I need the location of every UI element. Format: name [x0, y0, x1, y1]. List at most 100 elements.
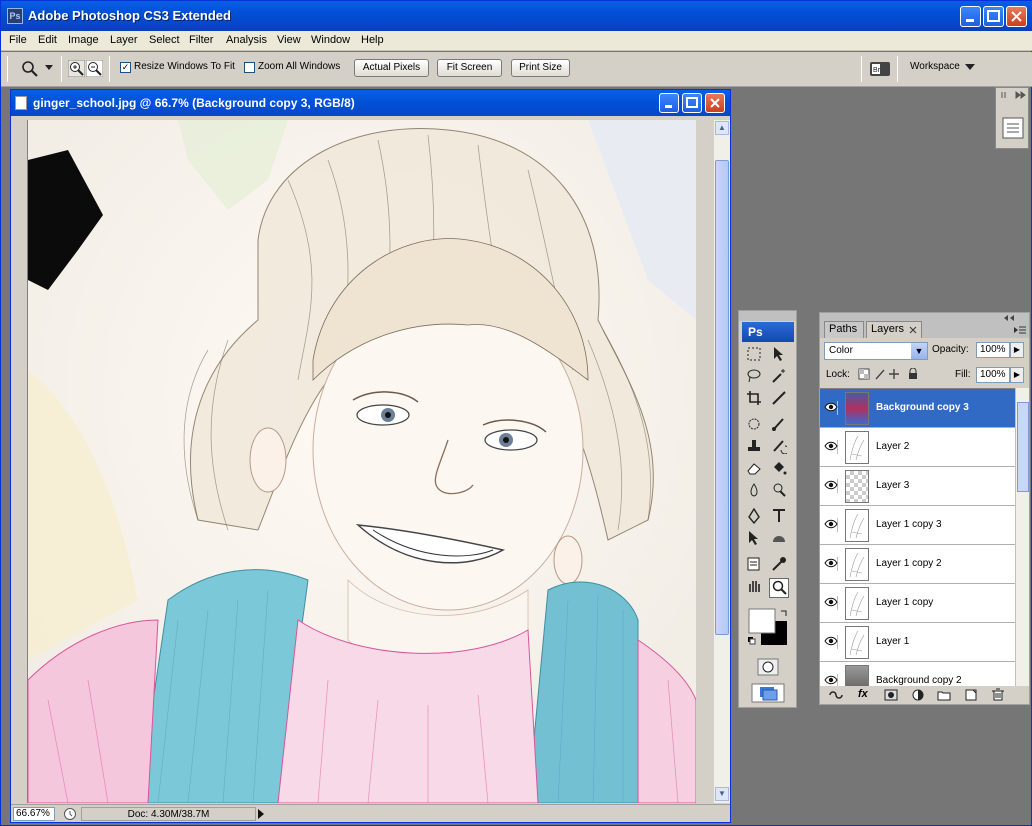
eyedropper-tool-icon[interactable]	[769, 556, 789, 576]
hand-tool-icon[interactable]	[744, 578, 764, 598]
menu-image[interactable]: Image	[68, 34, 99, 46]
custom-shape-tool-icon[interactable]	[769, 530, 789, 550]
fill-slider-arrow-icon[interactable]: ▶	[1010, 367, 1024, 383]
layer-row[interactable]: Layer 3	[820, 467, 1015, 506]
layer-row[interactable]: Layer 1	[820, 623, 1015, 662]
link-layers-icon[interactable]	[828, 689, 844, 701]
pen-tool-icon[interactable]	[744, 507, 764, 528]
layers-scroll-thumb[interactable]	[1017, 402, 1029, 492]
layer-row[interactable]: Layer 1 copy 3	[820, 506, 1015, 545]
layers-scrollbar[interactable]	[1015, 388, 1029, 686]
move-tool-icon[interactable]	[769, 346, 789, 366]
dodge-tool-icon[interactable]	[769, 482, 789, 502]
layer-thumbnail[interactable]	[845, 548, 869, 581]
scroll-up-arrow-icon[interactable]: ▲	[715, 121, 729, 135]
app-titlebar[interactable]: Ps Adobe Photoshop CS3 Extended	[1, 1, 1032, 31]
layer-row[interactable]: Layer 1 copy 2	[820, 545, 1015, 584]
zoom-out-icon[interactable]	[86, 60, 103, 77]
bridge-icon[interactable]: Br	[869, 59, 891, 79]
layer-thumbnail[interactable]	[845, 665, 869, 686]
layer-visibility-eye-icon[interactable]	[824, 635, 838, 649]
workspace-chevron-down-icon[interactable]	[965, 64, 975, 71]
menu-filter[interactable]: Filter	[189, 34, 213, 46]
opacity-field[interactable]: 100%	[976, 342, 1010, 358]
status-menu-arrow-icon[interactable]	[256, 808, 266, 820]
layer-visibility-eye-icon[interactable]	[824, 479, 838, 493]
magic-wand-tool-icon[interactable]	[769, 368, 789, 388]
blend-mode-select[interactable]: Color ▼	[824, 342, 928, 360]
resize-windows-checkbox[interactable]: ✓	[120, 62, 131, 73]
color-swatches[interactable]	[747, 607, 791, 649]
layer-thumbnail[interactable]	[845, 470, 869, 503]
tool-preset-chevron-down-icon[interactable]	[45, 65, 53, 71]
layer-thumbnail[interactable]	[845, 431, 869, 464]
blend-mode-chevron-down-icon[interactable]: ▼	[911, 343, 927, 359]
navigator-panel-icon[interactable]	[1001, 116, 1025, 140]
actual-pixels-button[interactable]: Actual Pixels	[354, 59, 429, 77]
zoom-tool-icon[interactable]	[21, 60, 39, 78]
layer-mask-icon[interactable]	[884, 689, 898, 701]
layer-row[interactable]: Layer 1 copy	[820, 584, 1015, 623]
document-vertical-scrollbar[interactable]: ▲ ▼	[714, 120, 730, 803]
menu-help[interactable]: Help	[361, 34, 384, 46]
adjustment-layer-icon[interactable]	[911, 689, 925, 701]
layer-thumbnail[interactable]	[845, 509, 869, 542]
layer-visibility-eye-icon[interactable]	[824, 518, 838, 532]
menu-window[interactable]: Window	[311, 34, 350, 46]
scroll-down-arrow-icon[interactable]: ▼	[715, 787, 729, 801]
menu-view[interactable]: View	[277, 34, 301, 46]
panel-menu-icon[interactable]	[1013, 325, 1027, 337]
type-tool-icon[interactable]	[769, 508, 789, 528]
new-group-folder-icon[interactable]	[937, 689, 951, 701]
quick-mask-icon[interactable]	[757, 657, 779, 677]
maximize-button[interactable]	[983, 6, 1004, 27]
crop-tool-icon[interactable]	[744, 390, 764, 410]
menu-select[interactable]: Select	[149, 34, 180, 46]
marquee-tool-icon[interactable]	[744, 346, 764, 366]
delete-layer-trash-icon[interactable]	[991, 688, 1005, 701]
doc-close-button[interactable]	[705, 93, 725, 113]
doc-maximize-button[interactable]	[682, 93, 702, 113]
new-layer-icon[interactable]	[964, 689, 978, 701]
layer-visibility-eye-icon[interactable]	[824, 596, 838, 610]
lasso-tool-icon[interactable]	[744, 368, 764, 388]
menu-file[interactable]: File	[9, 34, 27, 46]
minimize-button[interactable]	[960, 6, 981, 27]
workspace-menu[interactable]: Workspace	[910, 61, 960, 72]
layer-visibility-eye-icon[interactable]	[824, 557, 838, 571]
document-titlebar[interactable]: ginger_school.jpg @ 66.7% (Background co…	[11, 90, 730, 116]
layer-thumbnail[interactable]	[845, 587, 869, 620]
opacity-slider-arrow-icon[interactable]: ▶	[1010, 342, 1024, 358]
close-button[interactable]	[1006, 6, 1027, 27]
eraser-tool-icon[interactable]	[744, 460, 764, 480]
tab-paths[interactable]: Paths	[824, 321, 864, 338]
fit-screen-button[interactable]: Fit Screen	[437, 59, 502, 77]
layer-visibility-eye-icon[interactable]	[824, 674, 838, 686]
zoom-level-field[interactable]: 66.67%	[13, 807, 55, 821]
layer-thumbnail[interactable]	[845, 392, 869, 425]
zoom-tool-selected-icon[interactable]	[769, 578, 789, 598]
tab-close-icon[interactable]	[909, 326, 917, 334]
clone-stamp-tool-icon[interactable]	[744, 438, 764, 458]
image-canvas[interactable]	[28, 120, 696, 803]
slice-tool-icon[interactable]	[769, 390, 789, 410]
layer-row[interactable]: Layer 2	[820, 428, 1015, 467]
tools-panel-header[interactable]	[739, 311, 796, 321]
history-brush-tool-icon[interactable]	[769, 438, 790, 458]
layer-row[interactable]: Background copy 2	[820, 662, 1015, 686]
path-selection-tool-icon[interactable]	[744, 530, 764, 550]
zoom-in-icon[interactable]	[68, 60, 85, 77]
layer-row[interactable]: Background copy 3	[820, 389, 1015, 428]
doc-minimize-button[interactable]	[659, 93, 679, 113]
layer-thumbnail[interactable]	[845, 626, 869, 659]
layer-visibility-eye-icon[interactable]	[824, 440, 838, 454]
lock-options-icons[interactable]	[858, 368, 920, 381]
screen-mode-icon[interactable]	[751, 683, 785, 703]
notes-tool-icon[interactable]	[744, 556, 764, 576]
menu-layer[interactable]: Layer	[110, 34, 138, 46]
blur-tool-icon[interactable]	[744, 482, 764, 502]
panel-collapse-icon[interactable]	[1002, 314, 1026, 322]
zoom-all-windows-checkbox[interactable]	[244, 62, 255, 73]
layer-style-fx-icon[interactable]: fx	[858, 688, 868, 700]
menu-analysis[interactable]: Analysis	[226, 34, 267, 46]
